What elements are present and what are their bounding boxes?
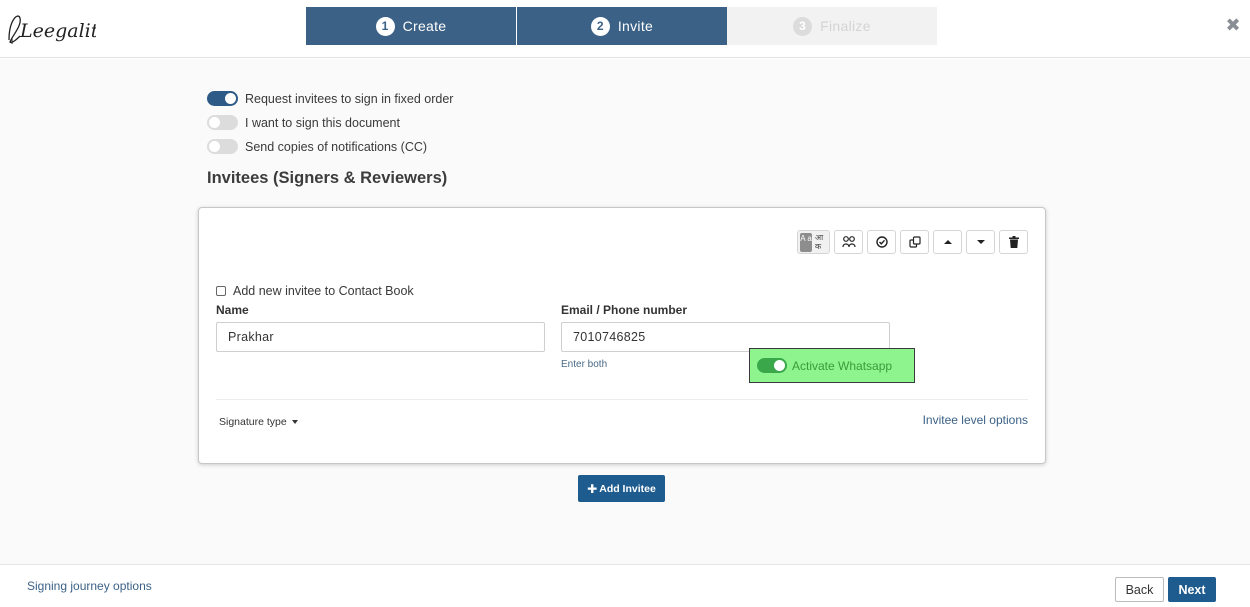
step-label: Create: [402, 18, 447, 34]
toggle-self-sign[interactable]: I want to sign this document: [207, 115, 400, 130]
caret-down-icon: [291, 420, 298, 424]
invitee-toolbar: A a आ क: [797, 230, 1028, 254]
caret-up-icon[interactable]: [933, 230, 962, 254]
step-number: 2: [590, 16, 610, 36]
step-create[interactable]: 1 Create: [306, 7, 516, 45]
whatsapp-toggle[interactable]: Activate Whatsapp: [749, 348, 915, 383]
wizard-steps: 1 Create 2 Invite 3 Finalize: [306, 7, 937, 45]
add-invitee-label: Add Invitee: [599, 482, 656, 495]
language-toggle-button[interactable]: A a आ क: [797, 230, 830, 254]
step-number: 3: [793, 16, 813, 36]
language-latin-badge: A a: [800, 233, 812, 252]
toggle-label: Request invitees to sign in fixed order: [245, 91, 454, 106]
signature-type-dropdown[interactable]: Signature type: [219, 416, 298, 428]
add-to-contact-book[interactable]: Add new invitee to Contact Book: [216, 284, 414, 298]
whatsapp-label: Activate Whatsapp: [792, 358, 893, 373]
add-invitee-button[interactable]: ✚ Add Invitee: [578, 475, 665, 502]
whatsapp-switch[interactable]: [757, 358, 787, 373]
contact-helper-text: Enter both: [561, 359, 608, 370]
toggle-switch[interactable]: [207, 139, 238, 154]
step-label: Finalize: [820, 18, 871, 34]
name-input[interactable]: Prakhar: [216, 322, 545, 352]
toggle-label: I want to sign this document: [245, 115, 400, 130]
step-invite[interactable]: 2 Invite: [517, 7, 727, 45]
invitee-card: A a आ क Add new invitee to Contact Book …: [198, 207, 1046, 464]
contact-book-label: Add new invitee to Contact Book: [233, 284, 414, 298]
toggle-label: Send copies of notifications (CC): [245, 139, 428, 154]
signature-type-label: Signature type: [219, 416, 287, 428]
logo-wordmark: Leegality: [19, 20, 96, 42]
toggle-switch[interactable]: [207, 115, 238, 130]
signing-journey-options-link[interactable]: Signing journey options: [27, 579, 152, 593]
app-footer: Signing journey options Back Next: [0, 564, 1250, 607]
language-hindi-badge: आ क: [815, 233, 824, 251]
toggle-fixed-order[interactable]: Request invitees to sign in fixed order: [207, 91, 453, 106]
step-label: Invite: [617, 18, 654, 34]
contact-book-checkbox[interactable]: [216, 286, 226, 296]
back-button[interactable]: Back: [1115, 577, 1164, 602]
users-icon[interactable]: [834, 230, 863, 254]
close-icon[interactable]: ✖: [1225, 16, 1241, 34]
step-finalize[interactable]: 3 Finalize: [727, 7, 937, 45]
leegality-logo: Leegality: [6, 8, 109, 48]
app-header: Leegality 1 Create 2 Invite 3 Finalize ✖: [0, 0, 1250, 58]
contact-label: Email / Phone number: [561, 303, 688, 317]
next-button[interactable]: Next: [1168, 577, 1216, 602]
check-circle-icon[interactable]: [867, 230, 896, 254]
caret-down-icon[interactable]: [966, 230, 995, 254]
toggle-switch[interactable]: [207, 91, 238, 106]
invitee-level-options-link[interactable]: Invitee level options: [923, 413, 1028, 427]
name-label: Name: [216, 303, 249, 317]
trash-icon[interactable]: [999, 230, 1028, 254]
invitees-title: Invitees (Signers & Reviewers): [207, 169, 448, 187]
step-number: 1: [375, 16, 395, 36]
toggle-cc-notifications[interactable]: Send copies of notifications (CC): [207, 139, 427, 154]
card-divider: [216, 399, 1028, 400]
copy-icon[interactable]: [900, 230, 929, 254]
plus-icon: ✚: [587, 481, 598, 496]
